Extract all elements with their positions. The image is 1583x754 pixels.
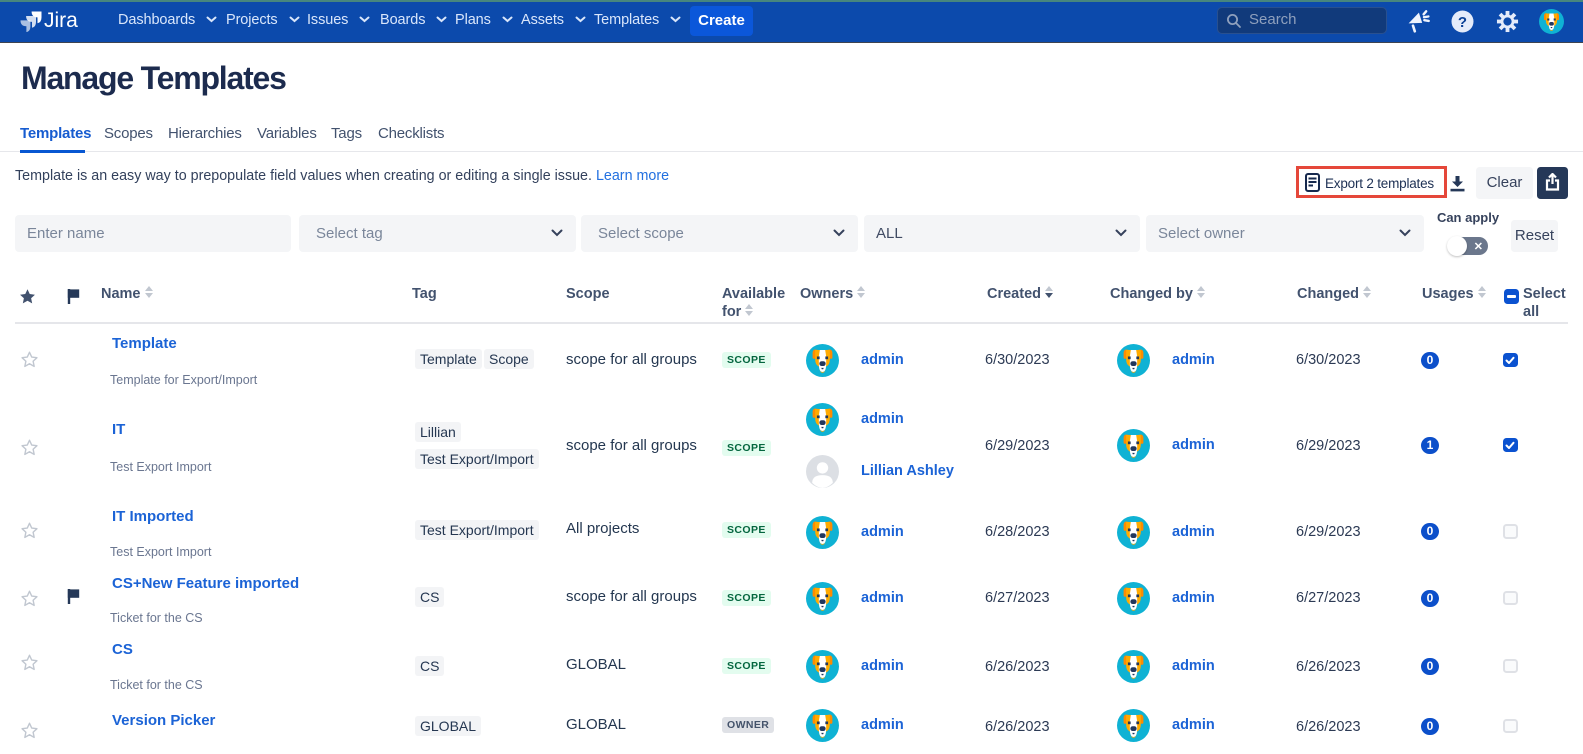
svg-text:?: ? [1458, 14, 1467, 31]
